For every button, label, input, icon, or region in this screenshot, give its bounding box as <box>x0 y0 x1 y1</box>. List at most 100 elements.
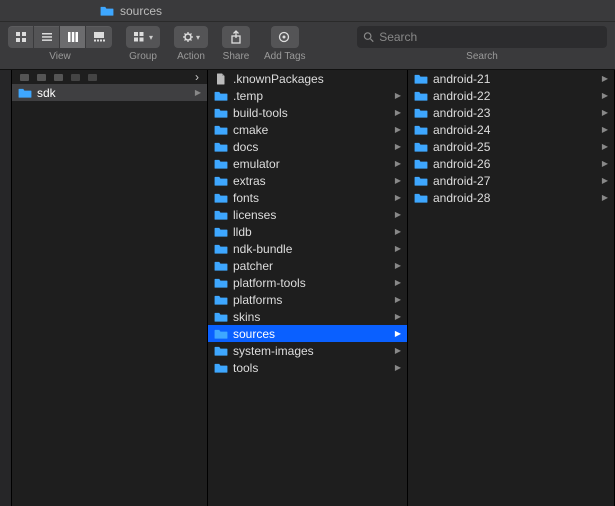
item-label: cmake <box>233 123 390 137</box>
folder-icon <box>100 5 114 17</box>
list-item[interactable]: android-28▶ <box>408 189 614 206</box>
list-item[interactable]: platforms▶ <box>208 291 407 308</box>
chevron-right-icon: ▶ <box>195 88 201 97</box>
list-item[interactable]: docs▶ <box>208 138 407 155</box>
mini-icon <box>20 74 29 81</box>
list-item[interactable]: android-23▶ <box>408 104 614 121</box>
view-column-mode[interactable] <box>60 26 86 48</box>
folder-icon <box>214 141 228 153</box>
folder-icon <box>414 192 428 204</box>
folder-icon <box>214 90 228 102</box>
folder-icon <box>214 243 228 255</box>
view-mode-group: View <box>8 26 112 62</box>
chevron-right-icon: ▶ <box>395 261 401 270</box>
folder-icon <box>414 158 428 170</box>
chevron-right-icon: ▶ <box>602 193 608 202</box>
folder-icon <box>214 260 228 272</box>
chevron-right-icon: ▶ <box>602 125 608 134</box>
column-3[interactable]: android-21▶android-22▶android-23▶android… <box>408 70 615 506</box>
list-item[interactable]: tools▶ <box>208 359 407 376</box>
chevron-right-icon: ▶ <box>395 193 401 202</box>
list-item[interactable]: platform-tools ▶ <box>208 274 407 291</box>
list-item[interactable]: emulator▶ <box>208 155 407 172</box>
chevron-right-icon: ▶ <box>395 176 401 185</box>
list-item[interactable]: android-27▶ <box>408 172 614 189</box>
chevron-right-icon: ▶ <box>395 278 401 287</box>
chevron-right-icon: ▶ <box>395 142 401 151</box>
list-item[interactable]: cmake▶ <box>208 121 407 138</box>
list-item[interactable]: skins▶ <box>208 308 407 325</box>
folder-icon <box>414 124 428 136</box>
item-label: ndk-bundle <box>233 242 390 256</box>
column-browser: › sdk▶ .knownPackages.temp▶build-tools▶c… <box>0 70 615 506</box>
item-label: sources <box>233 327 390 341</box>
folder-icon <box>214 192 228 204</box>
list-item[interactable]: android-26 ▶ <box>408 155 614 172</box>
folder-icon <box>214 158 228 170</box>
item-label: lldb <box>233 225 390 239</box>
folder-icon <box>214 107 228 119</box>
chevron-right-icon: ▶ <box>602 74 608 83</box>
item-label: .knownPackages <box>233 72 401 86</box>
item-label: platform-tools <box>233 276 390 290</box>
search-field[interactable] <box>357 26 607 48</box>
list-item[interactable]: ndk-bundle▶ <box>208 240 407 257</box>
folder-icon <box>414 175 428 187</box>
tags-group: Add Tags <box>264 26 306 62</box>
mini-icon <box>88 74 97 81</box>
column-2[interactable]: .knownPackages.temp▶build-tools▶cmake▶do… <box>208 70 408 506</box>
list-item[interactable]: lldb ▶ <box>208 223 407 240</box>
mini-icon <box>54 74 63 81</box>
view-gallery-mode[interactable] <box>86 26 112 48</box>
group-label: Group <box>129 51 157 62</box>
chevron-right-icon: ▶ <box>395 91 401 100</box>
list-item[interactable]: .temp ▶ <box>208 87 407 104</box>
folder-icon <box>214 345 228 357</box>
group-by-button[interactable]: ▾ <box>126 26 160 48</box>
list-item[interactable]: sources▶ <box>208 325 407 342</box>
list-item[interactable]: licenses▶ <box>208 206 407 223</box>
list-item[interactable]: fonts▶ <box>208 189 407 206</box>
list-item[interactable]: system-images▶ <box>208 342 407 359</box>
view-icon-mode[interactable] <box>8 26 34 48</box>
list-item[interactable]: android-21▶ <box>408 70 614 87</box>
list-item[interactable]: build-tools▶ <box>208 104 407 121</box>
list-item[interactable]: sdk▶ <box>12 84 207 101</box>
mini-icon <box>71 74 80 81</box>
chevron-right-icon: ▶ <box>602 159 608 168</box>
list-item[interactable]: android-25▶ <box>408 138 614 155</box>
action-label: Action <box>177 51 205 62</box>
list-item[interactable]: .knownPackages <box>208 70 407 87</box>
share-button[interactable] <box>222 26 250 48</box>
search-label: Search <box>466 51 498 62</box>
titlebar: sources <box>0 0 615 22</box>
list-item[interactable]: android-24 ▶ <box>408 121 614 138</box>
item-label: android-24 <box>433 123 597 137</box>
item-label: android-26 <box>433 157 597 171</box>
view-mode-segmented <box>8 26 112 48</box>
item-label: .temp <box>233 89 390 103</box>
list-item[interactable]: android-22▶ <box>408 87 614 104</box>
list-item[interactable]: patcher▶ <box>208 257 407 274</box>
list-item[interactable]: extras▶ <box>208 172 407 189</box>
chevron-right-icon: ▶ <box>395 227 401 236</box>
chevron-right-icon: ▶ <box>395 346 401 355</box>
action-button[interactable]: ▾ <box>174 26 208 48</box>
sidebar-edge[interactable] <box>0 70 12 506</box>
search-input[interactable] <box>379 30 601 44</box>
column-1[interactable]: › sdk▶ <box>12 70 208 506</box>
chevron-right-icon: ▶ <box>602 108 608 117</box>
search-group: Search <box>357 26 607 62</box>
mini-icon <box>37 74 46 81</box>
view-list-mode[interactable] <box>34 26 60 48</box>
chevron-right-icon: › <box>195 70 199 84</box>
share-label: Share <box>223 51 250 62</box>
item-label: platforms <box>233 293 390 307</box>
chevron-down-icon: ▾ <box>149 33 153 42</box>
chevron-right-icon: ▶ <box>395 210 401 219</box>
search-icon <box>363 31 374 43</box>
chevron-right-icon: ▶ <box>395 108 401 117</box>
add-tags-button[interactable] <box>271 26 299 48</box>
chevron-right-icon: ▶ <box>395 159 401 168</box>
folder-icon <box>214 294 228 306</box>
